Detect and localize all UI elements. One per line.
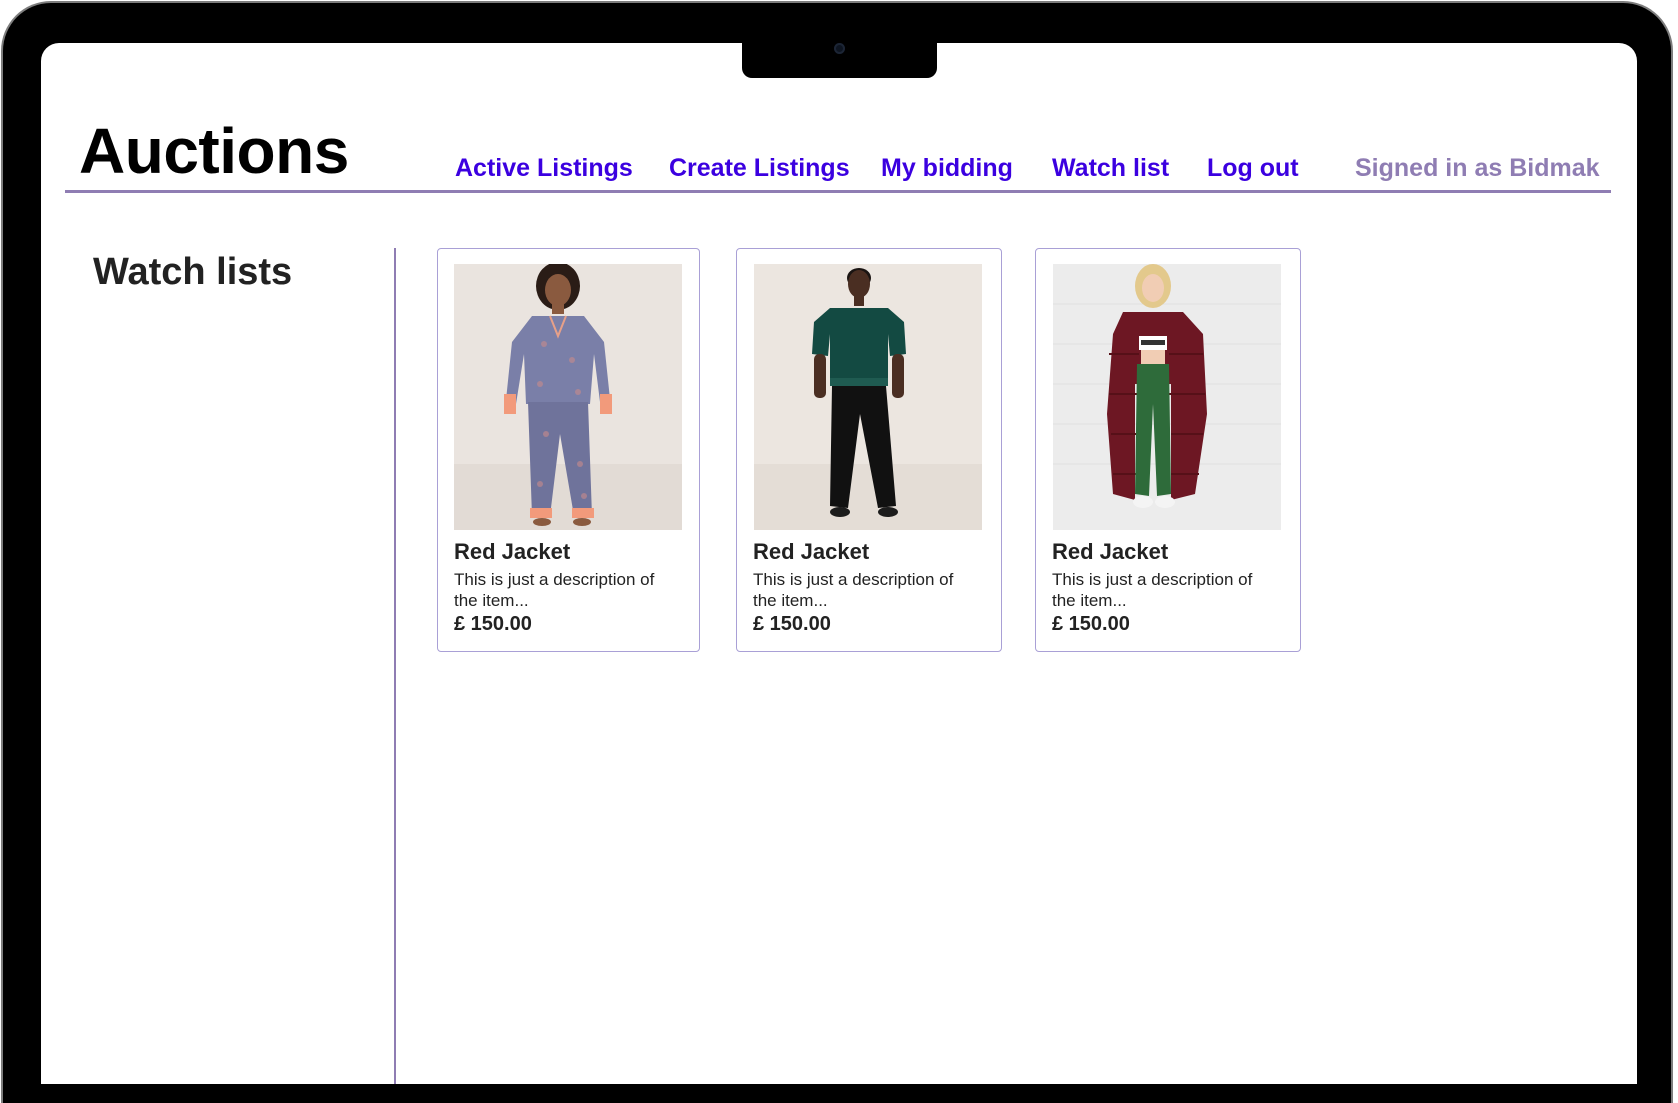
sidebar-title: Watch lists [93,251,293,293]
listing-card[interactable]: Red Jacket This is just a description of… [736,248,1002,652]
listing-card[interactable]: Red Jacket This is just a description of… [1035,248,1301,652]
card-description: This is just a description of the item..… [454,570,655,610]
camera-icon [834,43,845,54]
card-description: This is just a description of the item..… [1052,570,1253,610]
nav-watch-list[interactable]: Watch list [1052,156,1169,181]
product-image[interactable] [454,264,682,530]
nav-create-listings[interactable]: Create Listings [669,156,850,181]
nav-active-listings[interactable]: Active Listings [455,156,633,181]
product-image[interactable] [1053,264,1281,530]
product-image[interactable] [754,264,982,530]
card-price: £ 150.00 [753,613,831,635]
card-price: £ 150.00 [1052,613,1130,635]
header-divider [65,190,1611,193]
card-title[interactable]: Red Jacket [454,541,570,563]
card-title[interactable]: Red Jacket [753,541,869,563]
listing-card[interactable]: Red Jacket This is just a description of… [437,248,700,652]
sidebar-divider [394,248,396,1084]
card-description: This is just a description of the item..… [753,570,954,610]
signed-in-status: Signed in as Bidmak [1355,154,1600,182]
card-price: £ 150.00 [454,613,532,635]
device-frame: Auctions Active Listings Create Listings… [0,0,1678,1103]
app-screen: Auctions Active Listings Create Listings… [41,43,1637,1084]
nav-my-bidding[interactable]: My bidding [881,156,1013,181]
nav-log-out[interactable]: Log out [1207,156,1299,181]
card-title[interactable]: Red Jacket [1052,541,1168,563]
camera-notch [742,43,937,78]
